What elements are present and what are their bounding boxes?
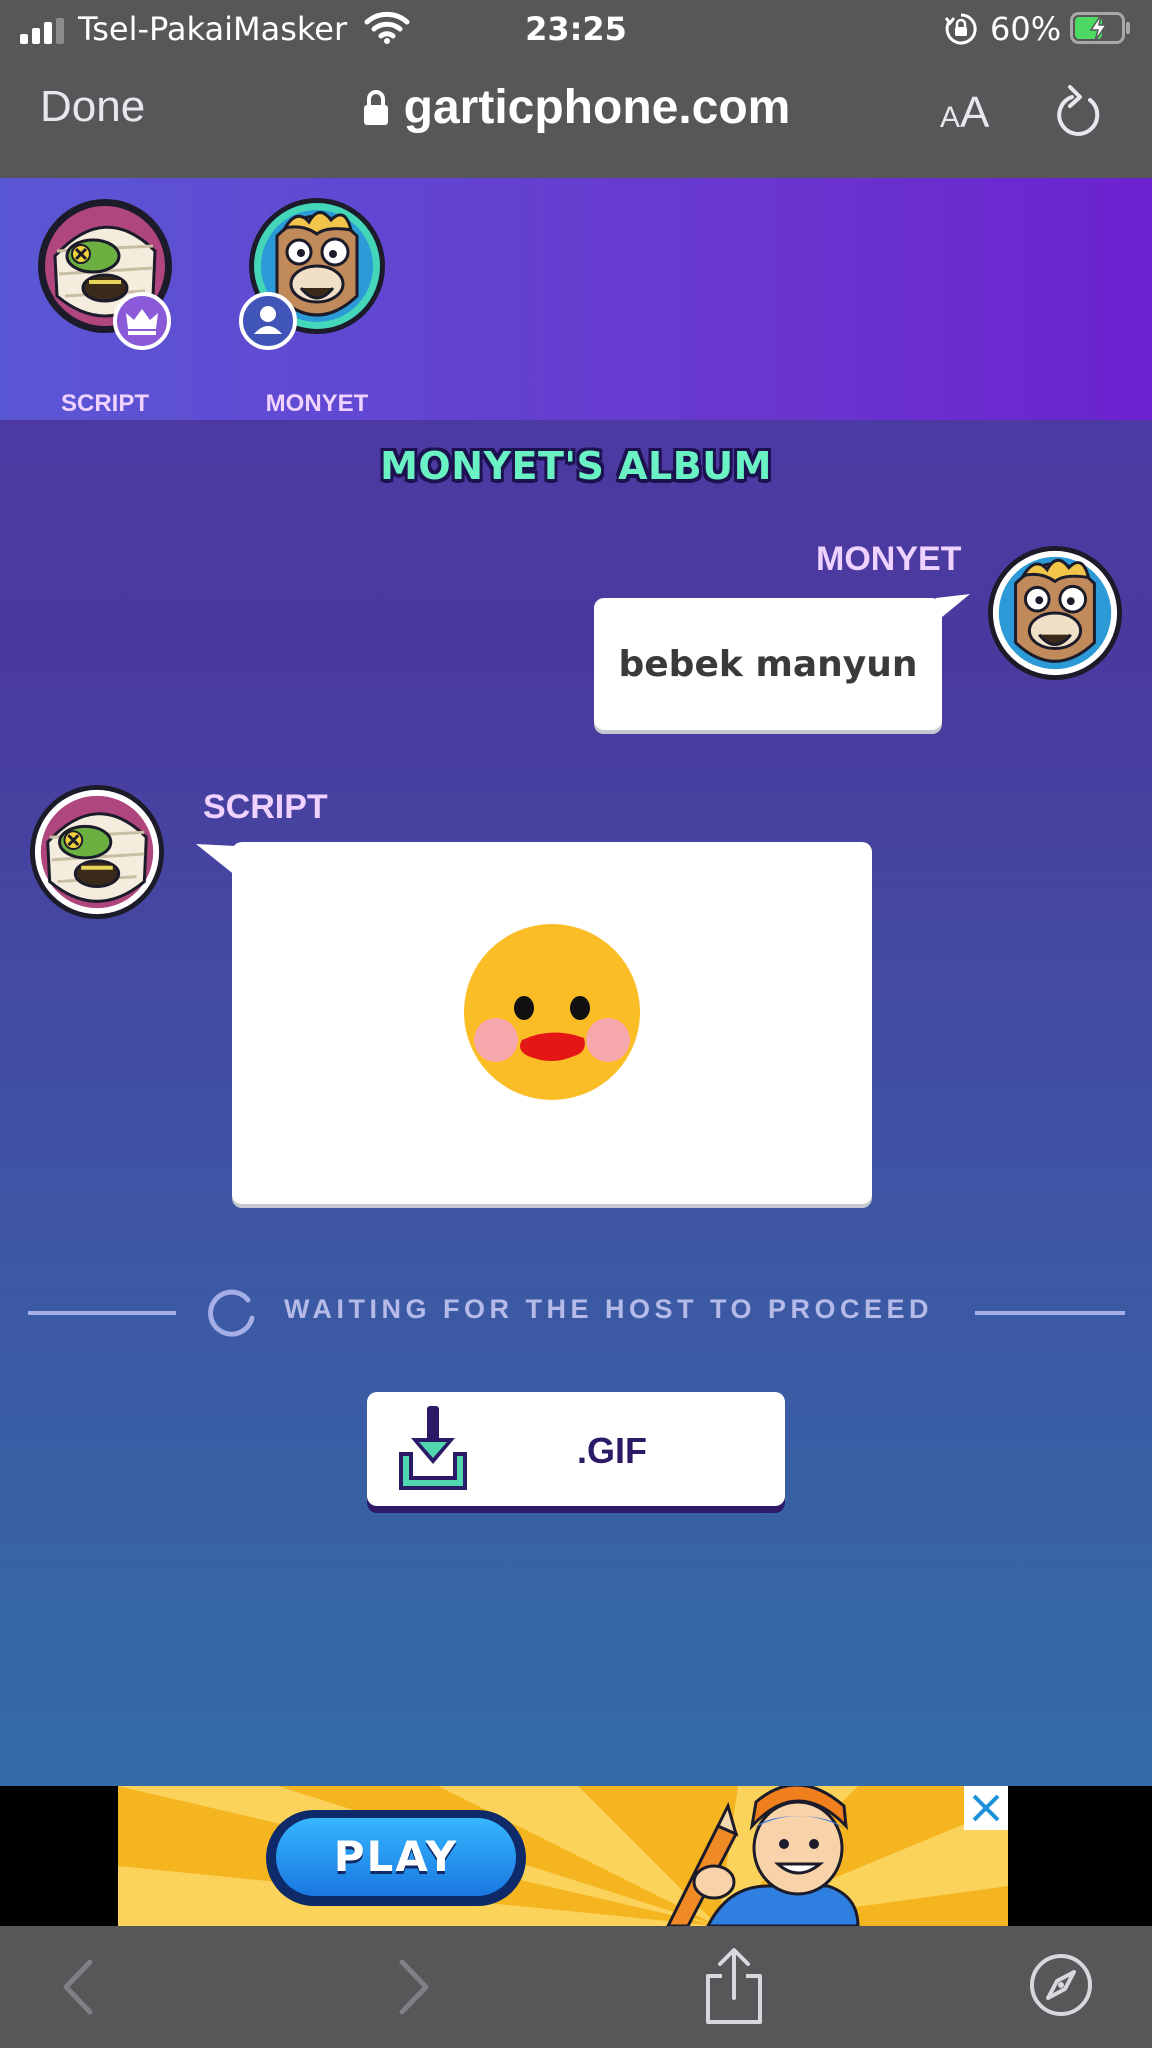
player-name: SCRIPT [60,390,149,417]
download-gif-label: .GIF [577,1430,647,1471]
download-icon [399,1406,467,1490]
ad-character-image [666,1786,860,1926]
text-size-small-label: A [940,101,961,134]
text-bubble: bebek manyun [594,598,942,730]
back-icon[interactable] [56,1952,100,2022]
drawing-bubble [232,842,872,1204]
rotation-lock-icon [944,13,977,45]
user-icon [254,306,282,334]
loading-spinner-icon [208,1289,255,1337]
player-name: MONYET [265,390,369,417]
compass-icon[interactable] [1028,1952,1094,2018]
browser-address-bar: Done garticphone.com AA [0,58,1152,178]
divider-left [28,1311,176,1315]
share-icon[interactable] [702,1948,766,2026]
forward-icon[interactable] [392,1952,436,2022]
mummy-avatar-icon [29,784,165,920]
ad-close-button[interactable] [964,1786,1008,1830]
ad-bar: PLAY [0,1786,1152,1926]
crown-icon [126,309,158,335]
battery-percentage: 60% [990,10,1062,48]
ad-play-label: PLAY [276,1818,516,1896]
waiting-indicator: WAITING FOR THE HOST TO PROCEED [0,1282,1152,1342]
close-icon [972,1794,1000,1822]
reload-icon[interactable] [1052,82,1104,142]
host-badge [113,292,171,350]
text-size-large-label: A [960,88,990,137]
waiting-text: WAITING FOR THE HOST TO PROCEED [284,1294,934,1324]
clock: 23:25 [525,10,627,48]
players-bar: SCRIPT MONYET [0,178,1152,420]
album-title: MONYET'S ALBUM [380,444,772,488]
status-bar: Tsel-PakaiMasker 23:25 60% [0,0,1152,58]
text-size-button[interactable]: AA [940,88,989,138]
ad-banner[interactable]: PLAY [118,1786,1008,1926]
entry-text: bebek manyun [618,644,918,685]
entry-author: MONYET [816,540,962,578]
divider-right [975,1311,1125,1315]
bubble-tail [936,594,970,622]
download-gif-button[interactable]: .GIF [367,1392,785,1506]
entry-author: SCRIPT [203,788,328,826]
game-page: SCRIPT MONYET MONYET'S ALBUM MONYET bebe… [0,178,1152,1786]
llama-avatar-icon [987,545,1123,681]
player-badge [239,292,297,350]
bubble-tail [196,844,236,876]
lock-icon [363,90,388,125]
url-text: garticphone.com [403,81,791,134]
browser-toolbar [0,1926,1152,2048]
player-monyet[interactable]: MONYET [227,196,407,417]
player-script[interactable]: SCRIPT [15,196,195,417]
battery-icon [1070,12,1130,44]
duck-drawing [464,924,640,1100]
ad-play-button[interactable]: PLAY [266,1810,526,1906]
